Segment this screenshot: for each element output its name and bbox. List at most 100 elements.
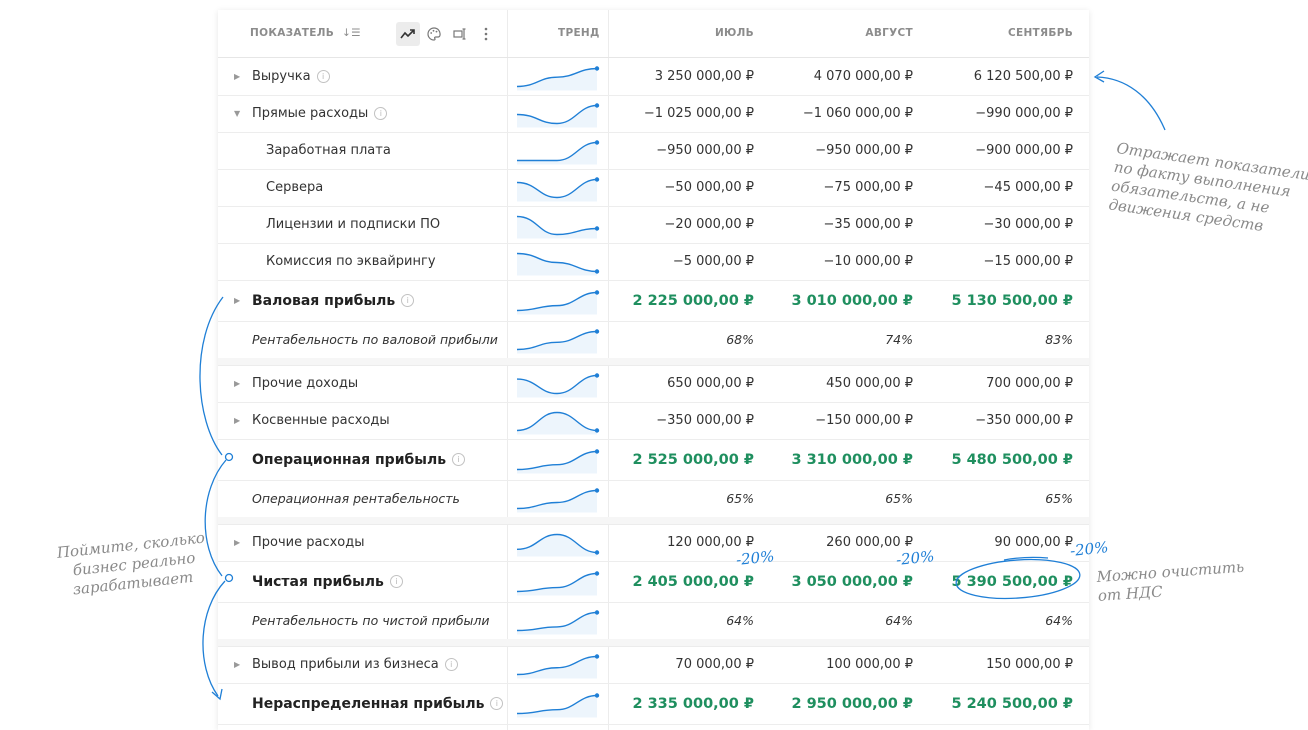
row-label: Нераспределенная прибыль i: [234, 683, 504, 724]
value-september[interactable]: 64%: [923, 602, 1073, 639]
table-row-other-income[interactable]: ▶ Прочие доходы 650 000,00 ₽450 000,00 ₽ 70…: [218, 365, 1089, 403]
value-september[interactable]: 5 130 500,00 ₽: [923, 280, 1073, 321]
value-august[interactable]: −35 000,00 ₽: [763, 206, 913, 243]
value-july[interactable]: 2 525 000,00 ₽: [604, 439, 754, 480]
header-indicator[interactable]: ПОКАЗАТЕЛЬ ↓☰: [250, 10, 361, 57]
sort-icon[interactable]: ↓☰: [342, 27, 361, 39]
value-july[interactable]: −1 025 000,00 ₽: [604, 95, 754, 132]
value-august[interactable]: −10 000,00 ₽: [763, 243, 913, 280]
value-september[interactable]: 90 000,00 ₽: [923, 524, 1073, 561]
info-icon[interactable]: i: [444, 658, 458, 671]
value-august[interactable]: 3 010 000,00 ₽: [763, 280, 913, 321]
value-september[interactable]: 5 390 500,00 ₽: [923, 561, 1073, 602]
table-row-operating-profit[interactable]: Операционная прибыль i 2 525 000,00 ₽3 310…: [218, 439, 1089, 481]
table-row-net-margin[interactable]: Рентабельность по чистой прибыли 64% 64% 64…: [218, 602, 1089, 640]
table-row-other-expenses[interactable]: ▶ Прочие расходы 120 000,00 ₽260 000,00 ₽ 9…: [218, 524, 1089, 562]
table-row-servers[interactable]: Сервера −50 000,00 ₽ −75 000,00 ₽ −45 000,0…: [218, 169, 1089, 207]
pnl-table: ПОКАЗАТЕЛЬ ↓☰ ТРЕНД ИЮЛЬ АВГУСТ СЕНТЯБРЬ…: [218, 10, 1089, 730]
value-august[interactable]: −1 060 000,00 ₽: [763, 95, 913, 132]
column-settings-icon[interactable]: [448, 22, 472, 46]
info-icon[interactable]: i: [490, 697, 504, 710]
value-august[interactable]: 4 070 000,00 ₽: [763, 58, 913, 95]
value-july[interactable]: −5 000,00 ₽: [604, 243, 754, 280]
value-september[interactable]: 5 480 500,00 ₽: [923, 439, 1073, 480]
table-row-revenue[interactable]: ▶ Выручка i 3 250 000,00 ₽4 070 000,00 ₽ 6 1…: [218, 58, 1089, 96]
row-label: Сервера: [266, 180, 324, 195]
value-september[interactable]: 6 120 500,00 ₽: [923, 58, 1073, 95]
header-month-july[interactable]: ИЮЛЬ: [715, 10, 754, 57]
trend-chart-icon[interactable]: [396, 22, 420, 46]
table-row-profit-withdrawal[interactable]: ▶ Вывод прибыли из бизнеса i 70 000,00 ₽100…: [218, 646, 1089, 684]
trend-sparkline: [517, 140, 600, 165]
value-july[interactable]: 2 335 000,00 ₽: [604, 683, 754, 724]
expand-caret-icon[interactable]: ▶: [234, 296, 248, 305]
value-july[interactable]: 3 250 000,00 ₽: [604, 58, 754, 95]
value-september[interactable]: 65%: [923, 480, 1073, 517]
value-september[interactable]: −900 000,00 ₽: [923, 132, 1073, 169]
table-row-gross-margin[interactable]: Рентабельность по валовой прибыли 68% 74% 8…: [218, 321, 1089, 359]
value-july[interactable]: 68%: [604, 321, 754, 358]
sparkline-end-dot: [594, 449, 600, 454]
row-label: ▶ Прочие доходы: [234, 376, 359, 391]
info-icon[interactable]: i: [389, 575, 403, 588]
header-month-august[interactable]: АВГУСТ: [865, 10, 913, 57]
table-row-operating-margin[interactable]: Операционная рентабельность 65% 65% 65%: [218, 480, 1089, 518]
value-august[interactable]: −950 000,00 ₽: [763, 132, 913, 169]
value-september[interactable]: 700 000,00 ₽: [923, 365, 1073, 402]
header-month-september[interactable]: СЕНТЯБРЬ: [1008, 10, 1073, 57]
info-icon[interactable]: i: [316, 70, 330, 83]
value-july[interactable]: −950 000,00 ₽: [604, 132, 754, 169]
value-july[interactable]: −350 000,00 ₽: [604, 402, 754, 439]
table-row-indirect-costs[interactable]: ▶ Косвенные расходы −350 000,00 ₽ −150 000,…: [218, 402, 1089, 440]
expand-caret-icon[interactable]: ▶: [234, 660, 248, 669]
expand-caret-icon[interactable]: ▶: [234, 379, 248, 388]
expand-caret-icon[interactable]: ▶: [234, 72, 248, 81]
value-july[interactable]: 650 000,00 ₽: [604, 365, 754, 402]
value-september[interactable]: 5 240 500,00 ₽: [923, 683, 1073, 724]
value-august[interactable]: 64%: [763, 602, 913, 639]
table-row-net-profit[interactable]: Чистая прибыль i 2 405 000,00 ₽3 050 000,0…: [218, 561, 1089, 603]
value-september[interactable]: −15 000,00 ₽: [923, 243, 1073, 280]
value-august[interactable]: 260 000,00 ₽: [763, 524, 913, 561]
value-august[interactable]: 3 310 000,00 ₽: [763, 439, 913, 480]
expand-caret-icon[interactable]: ▶: [234, 538, 248, 547]
table-row-salary[interactable]: Заработная плата −950 000,00 ₽ −950 000,00…: [218, 132, 1089, 170]
table-row-retained-earnings[interactable]: Нераспределенная прибыль i 2 335 000,00 ₽2…: [218, 683, 1089, 725]
info-icon[interactable]: i: [374, 107, 388, 120]
value-september[interactable]: −45 000,00 ₽: [923, 169, 1073, 206]
sparkline-end-dot: [594, 177, 600, 182]
more-options-icon[interactable]: [474, 22, 498, 46]
collapse-caret-icon[interactable]: ▼: [234, 109, 248, 118]
value-september[interactable]: 150 000,00 ₽: [923, 646, 1073, 683]
value-september[interactable]: −350 000,00 ₽: [923, 402, 1073, 439]
value-july[interactable]: 2 225 000,00 ₽: [604, 280, 754, 321]
value-august[interactable]: 100 000,00 ₽: [763, 646, 913, 683]
value-august[interactable]: −150 000,00 ₽: [763, 402, 913, 439]
value-august[interactable]: 3 050 000,00 ₽: [763, 561, 913, 602]
value-september[interactable]: −30 000,00 ₽: [923, 206, 1073, 243]
value-july[interactable]: 65%: [604, 480, 754, 517]
value-september[interactable]: −990 000,00 ₽: [923, 95, 1073, 132]
info-icon[interactable]: i: [401, 294, 415, 307]
value-july[interactable]: 64%: [604, 602, 754, 639]
value-august[interactable]: 2 950 000,00 ₽: [763, 683, 913, 724]
note-accrual: Отражает показатели по факту выполнения …: [1107, 139, 1308, 235]
value-august[interactable]: 65%: [763, 480, 913, 517]
value-july[interactable]: 120 000,00 ₽: [604, 524, 754, 561]
expand-caret-icon[interactable]: ▶: [234, 416, 248, 425]
palette-icon[interactable]: [422, 22, 446, 46]
value-july[interactable]: −50 000,00 ₽: [604, 169, 754, 206]
table-row-acquiring[interactable]: Комиссия по эквайрингу −5 000,00 ₽ −10 000…: [218, 243, 1089, 281]
info-icon[interactable]: i: [452, 453, 466, 466]
value-august[interactable]: −75 000,00 ₽: [763, 169, 913, 206]
table-row-direct-costs[interactable]: ▼ Прямые расходы i −1 025 000,00 ₽ −1 060 00…: [218, 95, 1089, 133]
value-july[interactable]: 70 000,00 ₽: [604, 646, 754, 683]
value-july[interactable]: −20 000,00 ₽: [604, 206, 754, 243]
value-august[interactable]: 450 000,00 ₽: [763, 365, 913, 402]
table-row-gross-profit[interactable]: ▶ Валовая прибыль i 2 225 000,00 ₽3 010 000…: [218, 280, 1089, 322]
table-row-licenses[interactable]: Лицензии и подписки ПО −20 000,00 ₽ −35 00…: [218, 206, 1089, 244]
row-label: ▶ Выручка i: [234, 58, 330, 95]
value-july[interactable]: 2 405 000,00 ₽: [604, 561, 754, 602]
value-september[interactable]: 83%: [923, 321, 1073, 358]
value-august[interactable]: 74%: [763, 321, 913, 358]
